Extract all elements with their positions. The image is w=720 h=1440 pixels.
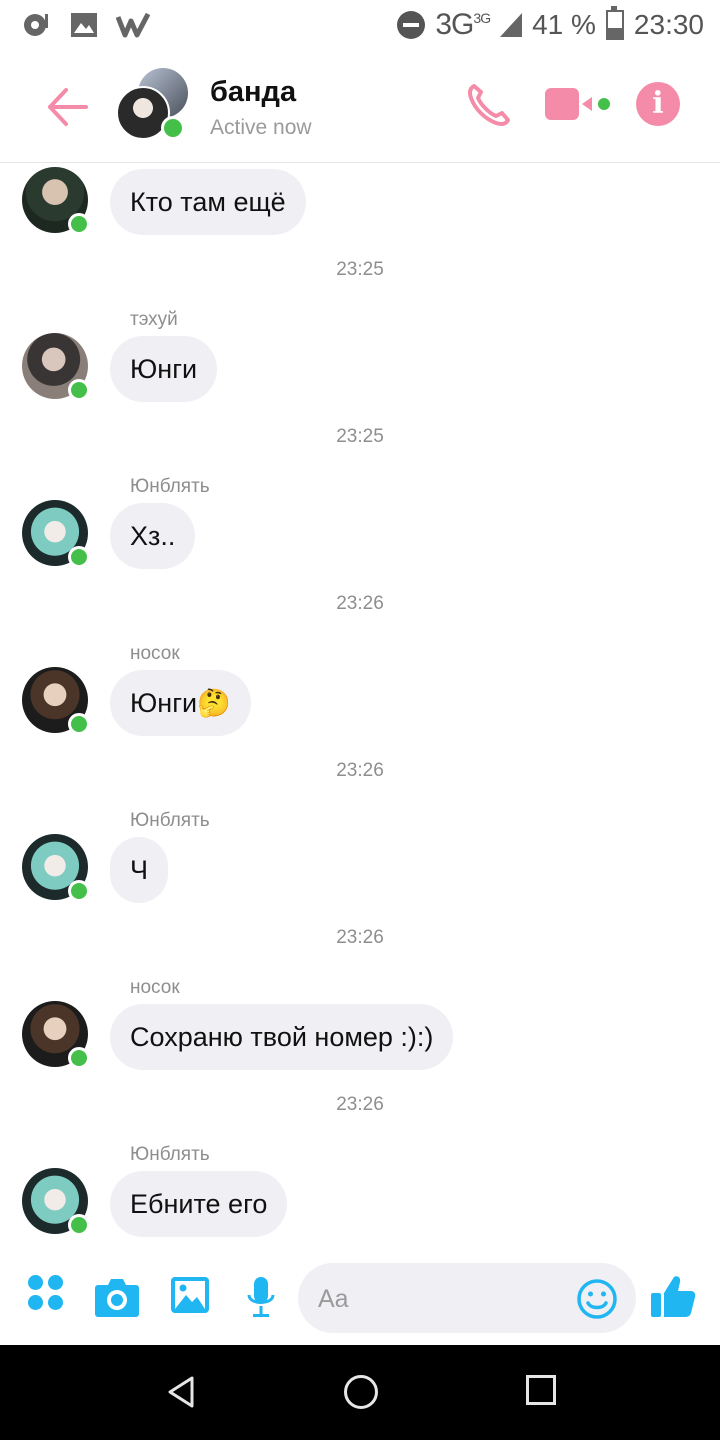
sender-name: носок bbox=[130, 977, 180, 998]
clock: 23:30 bbox=[633, 9, 704, 40]
timestamp: 23:25 bbox=[336, 426, 384, 447]
message-bubble[interactable]: Хз.. bbox=[110, 503, 196, 569]
message-list[interactable]: Кто там ещё 23:25 тэхуй Юнги 23:25 Юнбля… bbox=[0, 163, 720, 1253]
emoji-icon[interactable] bbox=[576, 1278, 618, 1320]
sender-name: тэхуй bbox=[130, 309, 178, 330]
phone-call-icon[interactable] bbox=[466, 82, 512, 128]
nav-home-icon[interactable] bbox=[344, 1375, 378, 1409]
sender-avatar[interactable] bbox=[22, 500, 90, 568]
chat-title[interactable]: банда bbox=[210, 76, 296, 109]
online-indicator bbox=[68, 546, 90, 568]
do-not-disturb-icon bbox=[397, 11, 426, 39]
nav-recents-icon[interactable] bbox=[526, 1375, 556, 1405]
nav-back-icon[interactable] bbox=[166, 1375, 196, 1409]
music-notification-icon bbox=[24, 14, 48, 36]
message-bubble[interactable]: Кто там ещё bbox=[110, 169, 306, 235]
message-input-placeholder: Aa bbox=[318, 1285, 349, 1313]
message-composer: Aa bbox=[0, 1253, 720, 1345]
system-navigation-bar bbox=[0, 1345, 720, 1440]
info-icon[interactable]: i bbox=[636, 82, 680, 126]
message-bubble[interactable]: Ч bbox=[110, 837, 168, 903]
active-status: Active now bbox=[210, 116, 312, 139]
sender-name: носок bbox=[130, 643, 180, 664]
sender-avatar[interactable] bbox=[22, 333, 90, 401]
camera-icon[interactable] bbox=[94, 1275, 140, 1319]
sender-avatar[interactable] bbox=[22, 834, 90, 902]
thumbs-up-icon[interactable] bbox=[650, 1273, 696, 1319]
online-indicator bbox=[68, 880, 90, 902]
online-indicator bbox=[68, 1047, 90, 1069]
video-call-icon[interactable] bbox=[544, 82, 614, 128]
message-input[interactable]: Aa bbox=[298, 1263, 636, 1333]
battery-icon bbox=[605, 6, 624, 40]
sender-avatar[interactable] bbox=[22, 1001, 90, 1069]
sender-name: Юнблять bbox=[130, 476, 210, 497]
online-indicator bbox=[68, 713, 90, 735]
timestamp: 23:26 bbox=[336, 760, 384, 781]
sender-avatar[interactable] bbox=[22, 167, 90, 235]
signal-icon bbox=[500, 13, 523, 37]
online-indicator bbox=[68, 1214, 90, 1236]
image-notification-icon bbox=[71, 13, 97, 37]
wattpad-icon bbox=[116, 12, 150, 38]
status-bar: 3G3G 41 % 23:30 bbox=[0, 0, 720, 50]
message-bubble[interactable]: Сохраню твой номер :):) bbox=[110, 1004, 454, 1070]
timestamp: 23:26 bbox=[336, 1094, 384, 1115]
sender-name: Юнблять bbox=[130, 1144, 210, 1165]
sender-avatar[interactable] bbox=[22, 667, 90, 735]
network-type: 3G3G bbox=[435, 8, 491, 41]
chat-header: банда Active now i bbox=[0, 52, 720, 163]
online-indicator bbox=[68, 213, 90, 235]
gallery-icon[interactable] bbox=[170, 1275, 210, 1315]
timestamp: 23:26 bbox=[336, 593, 384, 614]
group-avatar[interactable] bbox=[116, 68, 188, 140]
timestamp: 23:26 bbox=[336, 927, 384, 948]
message-bubble[interactable]: Ебните его bbox=[110, 1171, 288, 1237]
online-indicator bbox=[161, 116, 185, 140]
battery-percent: 41 % bbox=[532, 9, 596, 40]
more-actions-icon[interactable] bbox=[28, 1275, 64, 1311]
back-arrow-icon[interactable] bbox=[44, 84, 90, 130]
message-bubble[interactable]: Юнги bbox=[110, 336, 218, 402]
sender-name: Юнблять bbox=[130, 810, 210, 831]
online-indicator bbox=[68, 379, 90, 401]
message-bubble[interactable]: Юнги🤔 bbox=[110, 670, 251, 736]
timestamp: 23:25 bbox=[336, 259, 384, 280]
sender-avatar[interactable] bbox=[22, 1168, 90, 1236]
microphone-icon[interactable] bbox=[246, 1275, 276, 1321]
